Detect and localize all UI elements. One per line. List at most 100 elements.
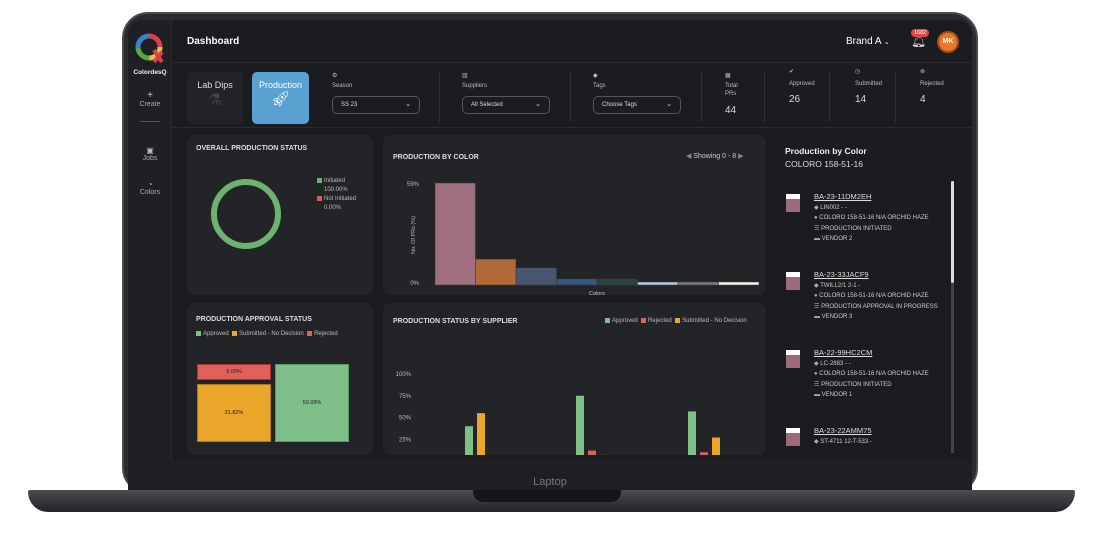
page-title: Dashboard	[187, 36, 240, 47]
avatar[interactable]: MK	[937, 31, 959, 53]
rejected-value: 4	[920, 94, 926, 105]
tags-select[interactable]: Choose Tags ⌄	[593, 96, 681, 114]
total-value: 44	[725, 105, 737, 116]
bar-approved	[688, 411, 696, 455]
check-circle-icon: ✔	[789, 69, 795, 75]
y-tick-label: 50%	[399, 416, 412, 422]
sidebar-item-label: Jobs	[142, 155, 158, 162]
item-vendor: ▬ VENDOR 2	[814, 236, 853, 242]
divider	[829, 72, 830, 122]
bar-2	[475, 258, 517, 286]
sidebar-item-jobs[interactable]: ▣ Jobs	[128, 146, 172, 162]
mode-label: Production	[258, 80, 303, 90]
season-label: Season	[332, 83, 353, 89]
divider	[764, 72, 765, 122]
bar-7	[677, 281, 719, 286]
treemap-cell-rejected: 9.09%	[197, 364, 271, 380]
color-swatch	[786, 428, 800, 446]
production-by-color-card: PRODUCTION BY COLOR ◀ Showing 0 - 8 ▶ 59…	[383, 135, 766, 295]
brand-label: Brand A	[846, 36, 882, 47]
divider	[701, 72, 702, 122]
item-tag: ◆ LC-2883 - -	[814, 361, 851, 367]
divider	[895, 72, 896, 122]
list-item[interactable]: BA-23-33JACF9 ◆ TWILL2/1 2-1 - ● COLORO 15…	[786, 270, 956, 324]
season-select[interactable]: SS 23 ⌄	[332, 96, 420, 114]
logo-icon	[135, 33, 164, 64]
chevron-down-icon: ⌄	[405, 101, 411, 108]
treemap-cell-submitted: 31.82%	[197, 384, 271, 442]
card-title: OVERALL PRODUCTION STATUS	[196, 145, 308, 152]
folder-icon: ▬	[814, 236, 820, 242]
bar-8	[718, 281, 760, 286]
divider	[570, 72, 571, 122]
laptop-notch	[473, 490, 621, 502]
color-icon: ●	[814, 215, 818, 221]
sidebar-item-create[interactable]: + Create	[128, 90, 172, 108]
grid-icon: ▦	[725, 73, 731, 79]
divider	[140, 121, 160, 122]
item-status: ☰ PRODUCTION APPROVAL IN PROGRESS	[814, 304, 938, 310]
panel-subtitle: COLORO 158-51-16	[785, 159, 863, 169]
item-status: ☰ PRODUCTION INITIATED	[814, 382, 892, 388]
status-icon: ☰	[814, 226, 820, 232]
production-approval-status-card: PRODUCTION APPROVAL STATUS Approved Subm…	[187, 303, 373, 455]
logo-text: ColordesQ	[133, 69, 167, 76]
notification-badge: 1682	[911, 29, 930, 37]
screen: ColordesQ + Create ▣ Jobs ◔ Colors Dashb…	[128, 20, 972, 460]
scrollbar-track[interactable]	[951, 283, 954, 453]
color-icon: ●	[814, 371, 818, 377]
color-swatch	[786, 194, 800, 212]
divider	[172, 62, 972, 63]
tag-icon: ◆	[814, 283, 819, 289]
bar-3	[515, 267, 557, 286]
chevron-down-icon: ⌄	[535, 101, 541, 108]
clock-icon: ◷	[855, 69, 861, 75]
donut-legend: Initiated 100.00% Not Initiated 0.00%	[317, 177, 356, 213]
divider	[172, 127, 972, 128]
approved-value: 26	[789, 94, 801, 105]
mode-production[interactable]: Production 🚀︎	[252, 72, 309, 124]
production-by-color-panel: Production by Color COLORO 158-51-16 BA-…	[776, 135, 966, 460]
x-circle-icon: ⊗	[920, 69, 926, 75]
list-item[interactable]: BA-23-22AMM75 ◆ ST-4711 12-T-533 -	[786, 426, 956, 449]
bar-5	[596, 278, 638, 286]
item-color: ● COLORO 158-51-16 N/A ORCHID HAZE	[814, 215, 929, 221]
pr-link[interactable]: BA-22-99HC2CM	[814, 348, 956, 357]
item-vendor: ▬ VENDOR 3	[814, 314, 853, 320]
pr-link[interactable]: BA-23-22AMM75	[814, 426, 956, 435]
total-label: PRs	[725, 91, 737, 97]
gear-icon: ⚙	[332, 73, 338, 79]
laptop-label: Laptop	[533, 476, 567, 488]
tag-icon: ◆	[814, 361, 819, 367]
scrollbar-thumb[interactable]	[951, 181, 954, 283]
suppliers-label: Suppliers	[462, 83, 488, 89]
pr-link[interactable]: BA-23-33JACF9	[814, 270, 956, 279]
status-icon: ☰	[814, 304, 820, 310]
bar-submitted-no-decision	[712, 437, 720, 455]
card-title: PRODUCTION APPROVAL STATUS	[196, 316, 312, 323]
sidebar: ColordesQ + Create ▣ Jobs ◔ Colors	[128, 20, 172, 460]
y-tick-label: 100%	[396, 372, 412, 378]
supplier-bar-chart: 100%75%50%25%0%VenVenVen	[396, 372, 720, 455]
sidebar-item-colors[interactable]: ◔ Colors	[128, 180, 172, 196]
folder-icon: ▬	[814, 314, 820, 320]
item-status: ☰ PRODUCTION INITIATED	[814, 226, 892, 232]
list-item[interactable]: BA-22-99HC2CM ◆ LC-2883 - - ● COLORO 158-5…	[786, 348, 956, 402]
item-tag: ◆ ST-4711 12-T-533 -	[814, 439, 872, 445]
treemap-cell-approved: 59.09%	[275, 364, 349, 442]
briefcase-icon: ▣	[146, 146, 154, 155]
donut-chart	[211, 179, 281, 249]
list-item[interactable]: BA-23-11DM2EH ◆ LIN002 - - ● COLORO 158-51…	[786, 192, 956, 246]
submitted-value: 14	[855, 94, 867, 105]
mode-lab-dips[interactable]: Lab Dips ⚗	[187, 72, 243, 124]
item-vendor: ▬ VENDOR 1	[814, 392, 853, 398]
suppliers-select[interactable]: All Selected ⌄	[462, 96, 550, 114]
tag-icon: ◆	[814, 439, 819, 445]
plus-icon: +	[147, 90, 153, 101]
chevron-down-icon: ⌄	[883, 39, 890, 46]
y-tick-label: 25%	[399, 437, 412, 443]
chevron-down-icon: ⌄	[666, 101, 672, 108]
pr-link[interactable]: BA-23-11DM2EH	[814, 192, 956, 201]
sidebar-item-label: Create	[139, 101, 161, 108]
brand-selector[interactable]: Brand A ⌄	[846, 36, 890, 47]
